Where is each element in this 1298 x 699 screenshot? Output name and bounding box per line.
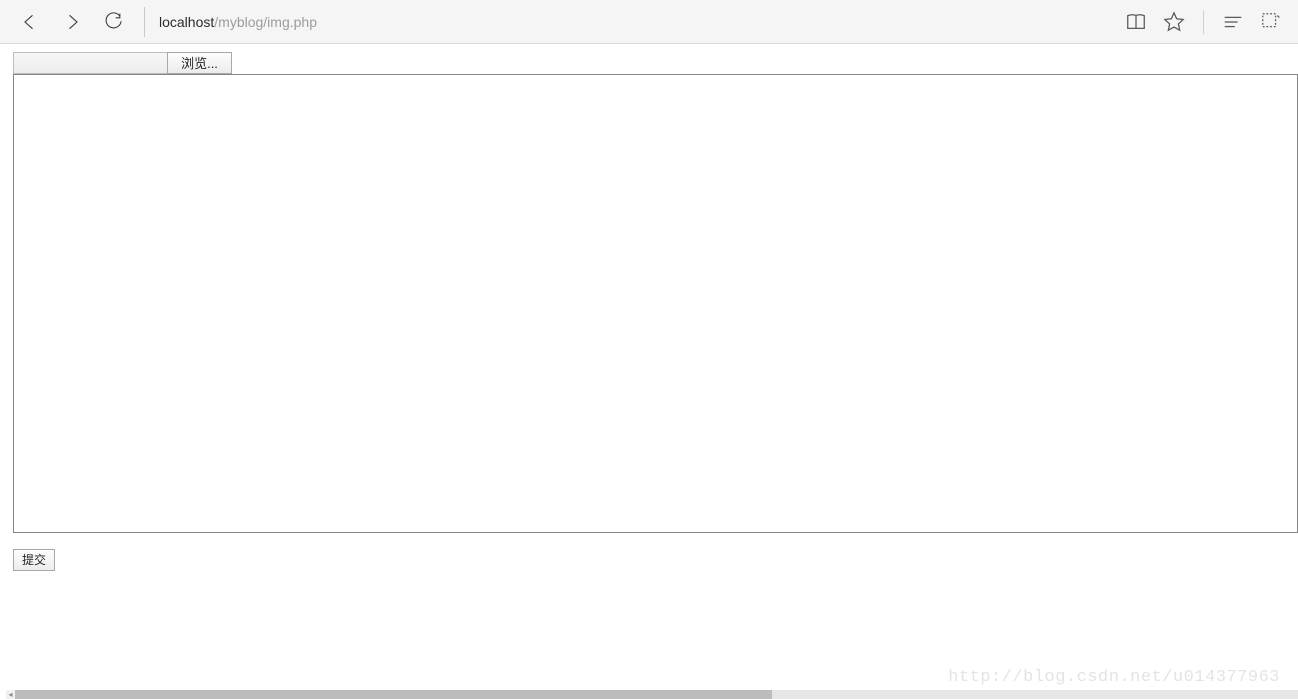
file-input-row: 浏览... xyxy=(13,52,1285,74)
scroll-left-arrow-icon[interactable]: ◂ xyxy=(6,690,15,699)
toolbar-separator xyxy=(144,7,145,37)
refresh-button[interactable] xyxy=(102,10,126,34)
scroll-thumb[interactable] xyxy=(15,690,772,699)
arrow-right-icon xyxy=(62,12,82,32)
submit-button[interactable]: 提交 xyxy=(13,549,55,571)
horizontal-scrollbar[interactable]: ◂ xyxy=(6,690,1298,699)
nav-buttons xyxy=(10,10,126,34)
back-button[interactable] xyxy=(18,10,42,34)
notes-button[interactable] xyxy=(1258,9,1284,35)
page-content: 浏览... 提交 xyxy=(0,44,1298,571)
address-host: localhost xyxy=(159,14,214,30)
note-pen-icon xyxy=(1260,11,1282,33)
star-icon xyxy=(1163,11,1185,33)
refresh-icon xyxy=(104,12,124,32)
reading-view-button[interactable] xyxy=(1123,9,1149,35)
arrow-left-icon xyxy=(20,12,40,32)
forward-button[interactable] xyxy=(60,10,84,34)
browse-button[interactable]: 浏览... xyxy=(167,52,232,74)
watermark-text: http://blog.csdn.net/u014377963 xyxy=(948,668,1280,687)
toolbar-right-icons xyxy=(1123,9,1288,35)
file-name-field[interactable] xyxy=(13,52,167,74)
favorite-button[interactable] xyxy=(1161,9,1187,35)
menu-lines-icon xyxy=(1222,11,1244,33)
address-bar[interactable]: localhost/myblog/img.php xyxy=(159,0,1123,43)
address-path: /myblog/img.php xyxy=(214,14,317,30)
browser-toolbar: localhost/myblog/img.php xyxy=(0,0,1298,44)
hub-button[interactable] xyxy=(1220,9,1246,35)
submit-row: 提交 xyxy=(13,549,1285,571)
content-textarea[interactable] xyxy=(13,74,1298,533)
toolbar-right-separator xyxy=(1203,10,1204,34)
book-icon xyxy=(1125,11,1147,33)
scroll-track[interactable] xyxy=(15,690,1298,699)
